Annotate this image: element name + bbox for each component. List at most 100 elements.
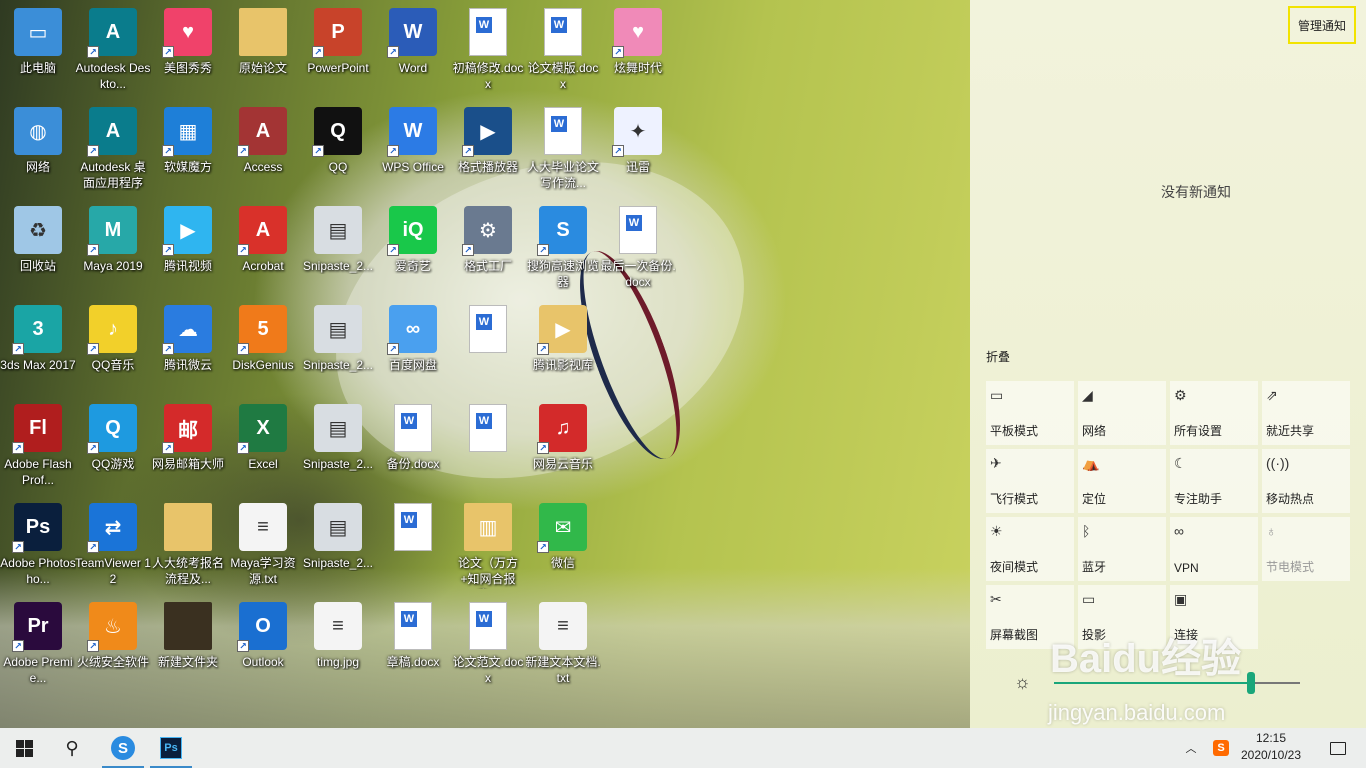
quick-action-icon: ∞: [1174, 523, 1184, 539]
show-hidden-icons-button[interactable]: ︿: [1180, 728, 1202, 768]
desktop-icon-doc[interactable]: W 人大毕业论文写作流...: [525, 99, 601, 195]
desktop-icon-folder[interactable]: 原始论文: [225, 0, 301, 96]
desktop-icon-teamviewer[interactable]: ⇄ ↗ TeamViewer 12: [75, 495, 151, 591]
ime-indicator[interactable]: S: [1210, 728, 1232, 768]
desktop-icon-doc[interactable]: W: [450, 297, 526, 393]
desktop-icon-autodesk[interactable]: A ↗ Autodesk Deskto...: [75, 0, 151, 96]
shortcut-arrow-icon: ↗: [237, 640, 249, 652]
desktop-icon-doc[interactable]: W: [375, 495, 451, 591]
desktop-icon-player[interactable]: ▶ ↗ 格式播放器: [450, 99, 526, 195]
desktop-icon-image[interactable]: ▤ Snipaste_2...: [300, 495, 376, 591]
desktop-icon-weiyun[interactable]: ☁ ↗ 腾讯微云: [150, 297, 226, 393]
desktop-icon-huorong[interactable]: ♨ ↗ 火绒安全软件: [75, 594, 151, 690]
desktop-icon-mail[interactable]: 邮 ↗ 网易邮箱大师: [150, 396, 226, 492]
quick-action-tile[interactable]: ⇗ 就近共享: [1262, 381, 1350, 445]
desktop-icon-qq[interactable]: Q ↗ QQ: [300, 99, 376, 195]
desktop-icon-doc[interactable]: W 备份.docx: [375, 396, 451, 492]
wechat-icon: ✉ ↗: [537, 503, 587, 553]
desktop-icon-iqiyi[interactable]: iQ ↗ 爱奇艺: [375, 198, 451, 294]
desktop-icon-doc[interactable]: W 章稿.docx: [375, 594, 451, 690]
desktop-icon-folder-dark[interactable]: 新建文件夹: [150, 594, 226, 690]
desktop-icon-baidupan[interactable]: ∞ ↗ 百度网盘: [375, 297, 451, 393]
desktop-icon-doc[interactable]: W 论文模版.docx: [525, 0, 601, 96]
quick-action-tile[interactable]: ☀ 夜间模式: [986, 517, 1074, 581]
shortcut-arrow-icon: ↗: [387, 244, 399, 256]
desktop-icon-xunlei[interactable]: ✦ ↗ 迅雷: [600, 99, 676, 195]
desktop-icon-ps[interactable]: Ps ↗ Adobe Photosho...: [0, 495, 76, 591]
quick-action-tile[interactable]: ⛺ 定位: [1078, 449, 1166, 513]
desktop-icon-label: 备份.docx: [386, 457, 440, 471]
desktop-icon-doc[interactable]: W 最后一次备份.docx: [600, 198, 676, 294]
quick-action-icon: ⚙: [1174, 387, 1187, 403]
desktop-icon-label: 格式工厂: [463, 259, 512, 273]
collapse-link[interactable]: 折叠: [986, 348, 1010, 365]
pc-icon: ▭: [14, 8, 62, 56]
desktop-icon-image[interactable]: ▤ Snipaste_2...: [300, 396, 376, 492]
desktop-icon-autodesk[interactable]: A ↗ Autodesk 桌面应用程序: [75, 99, 151, 195]
desktop-icon-sogou[interactable]: S ↗ 搜狗高速浏览器: [525, 198, 601, 294]
taskbar-sogou-browser[interactable]: S: [102, 728, 144, 768]
desktop-icon-doc[interactable]: W 论文范文.docx: [450, 594, 526, 690]
shortcut-arrow-icon: ↗: [312, 46, 324, 58]
desktop-icon-access[interactable]: A ↗ Access: [225, 99, 301, 195]
desktop-icon-qqgame[interactable]: Q ↗ QQ游戏: [75, 396, 151, 492]
desktop-icon-network[interactable]: ◍ 网络: [0, 99, 76, 195]
desktop-icon-txt[interactable]: ≡ timg.jpg: [300, 594, 376, 690]
desktop-icon-outlook[interactable]: O ↗ Outlook: [225, 594, 301, 690]
desktop-icon-image[interactable]: ▤ Snipaste_2...: [300, 198, 376, 294]
quick-action-tile[interactable]: ᛒ 蓝牙: [1078, 517, 1166, 581]
desktop-icon-pr[interactable]: Pr ↗ Adobe Premie...: [0, 594, 76, 690]
desktop-icon-qqmusic[interactable]: ♪ ↗ QQ音乐: [75, 297, 151, 393]
desktop-icon-heart[interactable]: ♥ ↗ 炫舞时代: [600, 0, 676, 96]
desktop-icon-netease[interactable]: ♫ ↗ 网易云音乐: [525, 396, 601, 492]
quick-action-tile[interactable]: ⚙ 所有设置: [1170, 381, 1258, 445]
desktop-icon-pc[interactable]: ▭ 此电脑: [0, 0, 76, 96]
desktop-icon-recycle[interactable]: ♻ 回收站: [0, 198, 76, 294]
weiyun-icon: ☁ ↗: [162, 305, 212, 355]
desktop-icon-image[interactable]: ▤ Snipaste_2...: [300, 297, 376, 393]
quick-action-tile[interactable]: ((·)) 移动热点: [1262, 449, 1350, 513]
manage-notifications-button[interactable]: 管理通知: [1288, 6, 1356, 44]
desktop-icon-ppt[interactable]: P ↗ PowerPoint: [300, 0, 376, 96]
desktop-icon-label: 原始论文: [238, 61, 287, 75]
quick-action-tile[interactable]: ▭ 平板模式: [986, 381, 1074, 445]
folder-icon: [164, 503, 212, 551]
desktop-icon-meitu[interactable]: ♥ ↗ 美图秀秀: [150, 0, 226, 96]
desktop-icon-factory[interactable]: ⚙ ↗ 格式工厂: [450, 198, 526, 294]
start-button[interactable]: [0, 728, 48, 768]
desktop-icon-txt[interactable]: ≡ 新建文本文档.txt: [525, 594, 601, 690]
clock[interactable]: 12:15 2020/10/23: [1236, 730, 1306, 764]
action-center-button[interactable]: [1318, 728, 1358, 768]
desktop-icon-label: Snipaste_2...: [302, 556, 374, 570]
desktop-icon-folder[interactable]: 人大统考报名流程及...: [150, 495, 226, 591]
quick-action-tile[interactable]: ♁ 节电模式: [1262, 517, 1350, 581]
desktop-icon-cube[interactable]: ▦ ↗ 软媒魔方: [150, 99, 226, 195]
image-icon: ▤: [314, 404, 362, 452]
desktop-icon-zip[interactable]: ▥ 论文（万方+知网合报告...: [450, 495, 526, 591]
desktop-icon-doc[interactable]: W 初稿修改.docx: [450, 0, 526, 96]
quick-action-tile[interactable]: ◢ 网络: [1078, 381, 1166, 445]
desktop-icon-max[interactable]: 3 ↗ 3ds Max 2017: [0, 297, 76, 393]
desktop-icon-diskgenius[interactable]: 5 ↗ DiskGenius: [225, 297, 301, 393]
desktop[interactable]: ▭ 此电脑 A ↗ Autodesk Deskto... ♥ ↗ 美图秀秀 原始论文 P ↗ Powe…: [0, 0, 970, 728]
desktop-icon-flash[interactable]: Fl ↗ Adobe Flash Prof...: [0, 396, 76, 492]
desktop-icon-folder-video[interactable]: ▶ ↗ 腾讯影视库: [525, 297, 601, 393]
search-button[interactable]: ⚲: [48, 728, 96, 768]
shortcut-arrow-icon: ↗: [87, 442, 99, 454]
desktop-icon-wps[interactable]: W ↗ WPS Office: [375, 99, 451, 195]
desktop-icon-acrobat[interactable]: A ↗ Acrobat: [225, 198, 301, 294]
diskgenius-icon: 5 ↗: [237, 305, 287, 355]
desktop-icon-wechat[interactable]: ✉ ↗ 微信: [525, 495, 601, 591]
quick-action-tile[interactable]: ✈ 飞行模式: [986, 449, 1074, 513]
desktop-icon-word[interactable]: W ↗ Word: [375, 0, 451, 96]
quick-action-tile[interactable]: ☾ 专注助手: [1170, 449, 1258, 513]
watermark-url: jingyan.baidu.com: [1048, 700, 1226, 725]
desktop-icon-doc[interactable]: W: [450, 396, 526, 492]
desktop-icon-excel[interactable]: X ↗ Excel: [225, 396, 301, 492]
taskbar-photoshop[interactable]: Ps: [150, 728, 192, 768]
desktop-icon-maya[interactable]: M ↗ Maya 2019: [75, 198, 151, 294]
quick-action-tile[interactable]: ∞ VPN: [1170, 517, 1258, 581]
brightness-slider-thumb[interactable]: [1246, 672, 1255, 694]
desktop-icon-txt[interactable]: ≡ Maya学习资源.txt: [225, 495, 301, 591]
desktop-icon-txvideo[interactable]: ▶ ↗ 腾讯视频: [150, 198, 226, 294]
